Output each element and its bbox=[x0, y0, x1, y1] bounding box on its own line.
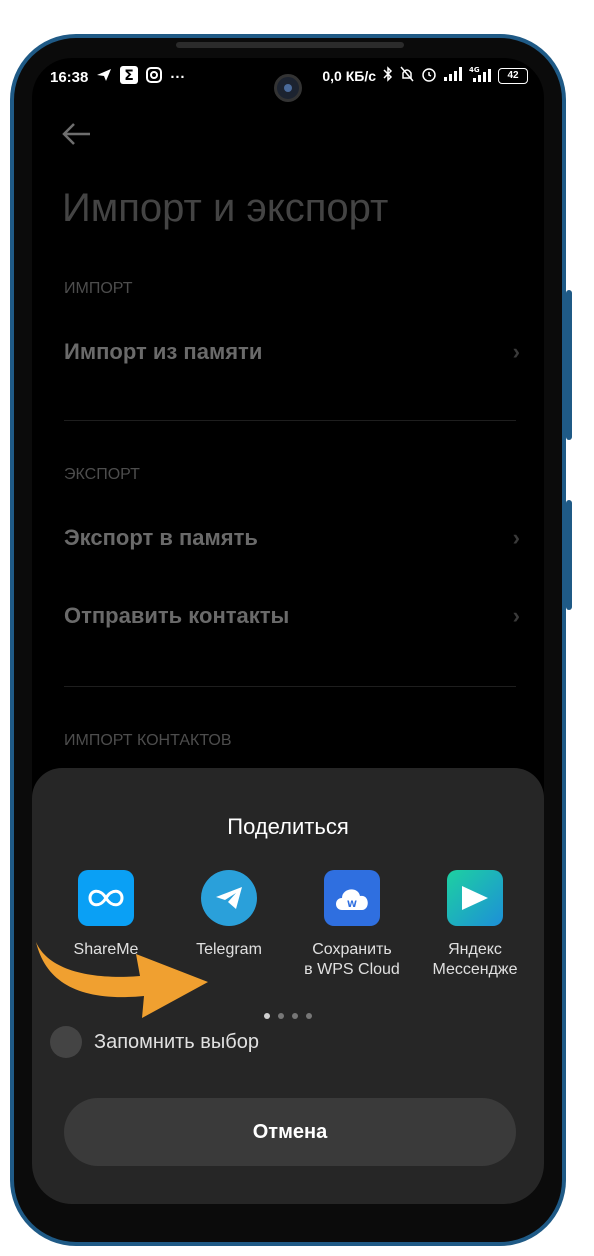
remember-choice-label: Запомнить выбор bbox=[94, 1030, 259, 1053]
battery-icon: 42 bbox=[498, 67, 528, 84]
remember-choice[interactable]: Запомнить выбор bbox=[50, 1026, 259, 1058]
bluetooth-icon bbox=[383, 66, 393, 85]
share-app-label: Сохранить в WPS Cloud bbox=[304, 941, 400, 978]
svg-text:4G: 4G bbox=[469, 66, 480, 74]
cancel-button[interactable]: Отмена bbox=[64, 1098, 516, 1166]
instagram-icon bbox=[146, 67, 163, 87]
share-app-yandex-messenger[interactable]: Яндекс Мессендже bbox=[415, 870, 535, 980]
page-dot bbox=[306, 1013, 312, 1019]
more-notifications-icon: ··· bbox=[170, 68, 186, 86]
page-dot bbox=[278, 1013, 284, 1019]
send-icon bbox=[96, 68, 112, 86]
power-button bbox=[566, 500, 572, 610]
front-camera bbox=[274, 74, 302, 102]
speaker-grille bbox=[176, 42, 404, 48]
share-sheet-title: Поделиться bbox=[227, 814, 349, 839]
chevron-right-icon: › bbox=[512, 525, 520, 550]
orange-arrow-icon bbox=[36, 942, 208, 1018]
divider bbox=[64, 686, 516, 687]
page-dot bbox=[292, 1013, 298, 1019]
wps-cloud-icon: W bbox=[324, 870, 380, 926]
section-export: ЭКСПОРТ bbox=[64, 466, 140, 483]
share-app-wps-cloud[interactable]: W Сохранить в WPS Cloud bbox=[292, 870, 412, 980]
send-contacts-item[interactable]: Отправить контакты › bbox=[64, 596, 520, 636]
export-to-memory-label: Экспорт в память bbox=[64, 525, 258, 550]
signal-4g-icon: 4G bbox=[469, 66, 491, 85]
page-dot bbox=[264, 1013, 270, 1019]
telegram-icon bbox=[201, 870, 257, 926]
remember-choice-radio[interactable] bbox=[50, 1026, 82, 1058]
signal-icon bbox=[444, 67, 462, 84]
share-app-label: Яндекс Мессендже bbox=[432, 941, 518, 978]
battery-level: 42 bbox=[507, 69, 519, 81]
screen: 16:38 Σ ··· 0,0 КБ/с 4G 42 Импорт и эксп… bbox=[32, 58, 544, 1204]
sigma-icon: Σ bbox=[120, 66, 139, 88]
svg-text:Σ: Σ bbox=[125, 68, 135, 84]
chevron-right-icon: › bbox=[512, 339, 520, 364]
yandex-messenger-icon bbox=[447, 870, 503, 926]
volume-button bbox=[566, 290, 572, 440]
back-arrow-icon[interactable] bbox=[62, 120, 96, 154]
svg-text:W: W bbox=[347, 900, 357, 910]
section-import: ИМПОРТ bbox=[64, 280, 133, 297]
network-speed: 0,0 КБ/с bbox=[322, 67, 376, 84]
mute-icon bbox=[400, 66, 414, 85]
import-from-memory-item[interactable]: Импорт из памяти › bbox=[64, 332, 520, 372]
send-contacts-label: Отправить контакты bbox=[64, 603, 290, 628]
alarm-icon bbox=[421, 66, 437, 85]
page-title: Импорт и экспорт bbox=[62, 186, 389, 230]
import-from-memory-label: Импорт из памяти bbox=[64, 339, 263, 364]
status-bar: 16:38 Σ ··· 0,0 КБ/с 4G 42 bbox=[32, 58, 544, 102]
shareme-icon bbox=[78, 870, 134, 926]
export-to-memory-item[interactable]: Экспорт в память › bbox=[64, 518, 520, 558]
chevron-right-icon: › bbox=[512, 603, 520, 628]
status-time: 16:38 bbox=[50, 68, 89, 86]
section-import-contacts: ИМПОРТ КОНТАКТОВ bbox=[64, 732, 232, 749]
divider bbox=[64, 420, 516, 421]
